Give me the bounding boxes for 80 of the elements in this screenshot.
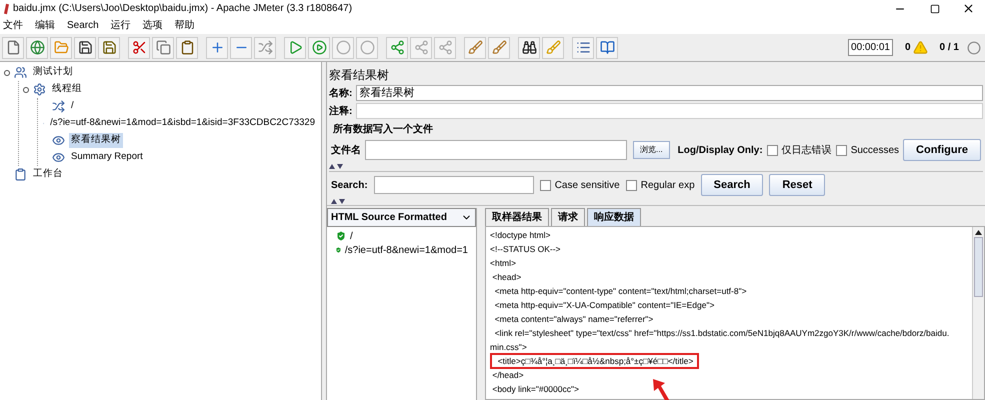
field-label: 文件名: [331, 144, 361, 158]
scrollbar[interactable]: [972, 227, 984, 399]
tree-item[interactable]: 工作台: [31, 167, 65, 182]
splitter-arrows-icon[interactable]: [331, 199, 345, 204]
section-title: 所有数据写入一个文件: [332, 122, 434, 137]
response-line: <head>: [491, 270, 522, 284]
expanded-handle-icon[interactable]: [4, 70, 10, 76]
filename-field[interactable]: [365, 140, 627, 160]
checkbox[interactable]: [626, 180, 637, 190]
elapsed-time: 00:00:01: [848, 39, 893, 56]
tree-item[interactable]: /: [69, 99, 76, 114]
expand-icon[interactable]: [206, 36, 228, 58]
collapse-icon[interactable]: [230, 36, 252, 58]
response-line: <body link="#0000cc">: [491, 382, 579, 396]
checkbox-label: Successes: [850, 144, 900, 158]
response-line: <!doctype html>: [490, 228, 550, 242]
clipboard-icon[interactable]: [176, 36, 198, 58]
checkbox[interactable]: [836, 144, 847, 156]
tree-item[interactable]: Summary Report: [69, 150, 145, 165]
new-file-icon[interactable]: [2, 36, 24, 58]
name-field[interactable]: 察看结果树: [356, 85, 983, 101]
scissors-icon[interactable]: [128, 36, 150, 58]
tree-item[interactable]: 线程组: [50, 82, 84, 97]
field-label: 名称:: [329, 86, 352, 100]
field-label: 注释:: [329, 104, 352, 118]
menu-item[interactable]: 编辑: [35, 18, 55, 33]
search-icon[interactable]: [518, 36, 540, 58]
globe-icon[interactable]: [26, 36, 48, 58]
feather-icon: [4, 3, 9, 14]
search-field[interactable]: [374, 176, 534, 194]
search-label: Search:: [331, 178, 368, 192]
log-display-label: Log/Display Only:: [678, 144, 763, 158]
response-line: min.css">: [490, 340, 527, 354]
error-count: 0: [904, 41, 911, 55]
menu-item[interactable]: 选项: [142, 18, 163, 33]
window-title: baidu.jmx (C:\Users\Joo\Desktop\baidu.jmx) - Apache JMeter (3.3 r1808647): [13, 2, 354, 16]
checkbox-label: Regular exp: [640, 178, 695, 192]
response-line: <!--STATUS OK-->: [490, 242, 561, 256]
response-line: <meta content="always" name="referrer">: [494, 312, 654, 326]
tab[interactable]: 取样器结果: [485, 208, 549, 226]
configure-button[interactable]: Configure: [903, 139, 981, 161]
maximize-icon[interactable]: [930, 4, 940, 14]
tab[interactable]: 响应数据: [587, 208, 641, 226]
checkbox-label: 仅日志错误: [782, 144, 832, 158]
status-icon: [967, 40, 981, 54]
checkbox[interactable]: [766, 144, 778, 156]
comment-field[interactable]: [356, 103, 983, 119]
checkbox[interactable]: [540, 180, 551, 190]
menu-item[interactable]: 运行: [110, 18, 131, 33]
search-button[interactable]: Search: [700, 174, 764, 196]
close-icon[interactable]: [962, 2, 975, 15]
start-icon[interactable]: [284, 36, 306, 58]
copy-icon[interactable]: [152, 36, 174, 58]
save-as-icon[interactable]: [98, 36, 120, 58]
renderer-dropdown[interactable]: HTML Source Formatted: [327, 208, 476, 227]
response-line: <link rel="stylesheet" type="text/css" href="https://ss1.bdstatic.com/5eN1bjq8AAUYm2zgoY3K/r/www/cache/bdorz/baidu.: [494, 326, 950, 340]
panel-title: 察看结果树: [329, 67, 390, 84]
list-icon[interactable]: [572, 36, 594, 58]
warning-icon: [912, 40, 928, 55]
thread-count: 0 / 1: [940, 41, 959, 55]
checkbox-label: Case sensitive: [554, 178, 620, 192]
scroll-up-icon[interactable]: [975, 230, 982, 235]
result-item[interactable]: /s?ie=utf-8&newi=1&mod=1: [344, 242, 468, 258]
tree-item[interactable]: 测试计划: [31, 65, 75, 80]
menu-item[interactable]: 文件: [3, 18, 23, 33]
response-line: </head>: [491, 368, 524, 382]
expanded-handle-icon[interactable]: [23, 86, 29, 92]
result-item[interactable]: /: [350, 228, 353, 244]
reset-button[interactable]: Reset: [769, 174, 826, 196]
tree-item[interactable]: 察看结果树: [69, 133, 123, 148]
tab[interactable]: 请求: [551, 208, 585, 226]
save-icon[interactable]: [74, 36, 96, 58]
response-line: <meta http-equiv="content-type" content="text/html;charset=utf-8">: [494, 284, 747, 298]
response-line: <meta http-equiv="X-UA-Compatible" content="IE=Edge">: [494, 298, 714, 312]
splitter-arrows-icon[interactable]: [329, 164, 343, 169]
response-line: <html>: [490, 256, 516, 270]
menu-item[interactable]: Search: [67, 18, 99, 33]
browse-button[interactable]: 浏览...: [633, 141, 670, 159]
tree-item[interactable]: /s?ie=utf-8&newi=1&mod=1&isbd=1&isid=3F33CDBC2C73329: [48, 116, 317, 131]
menu-item[interactable]: 帮助: [174, 18, 195, 33]
